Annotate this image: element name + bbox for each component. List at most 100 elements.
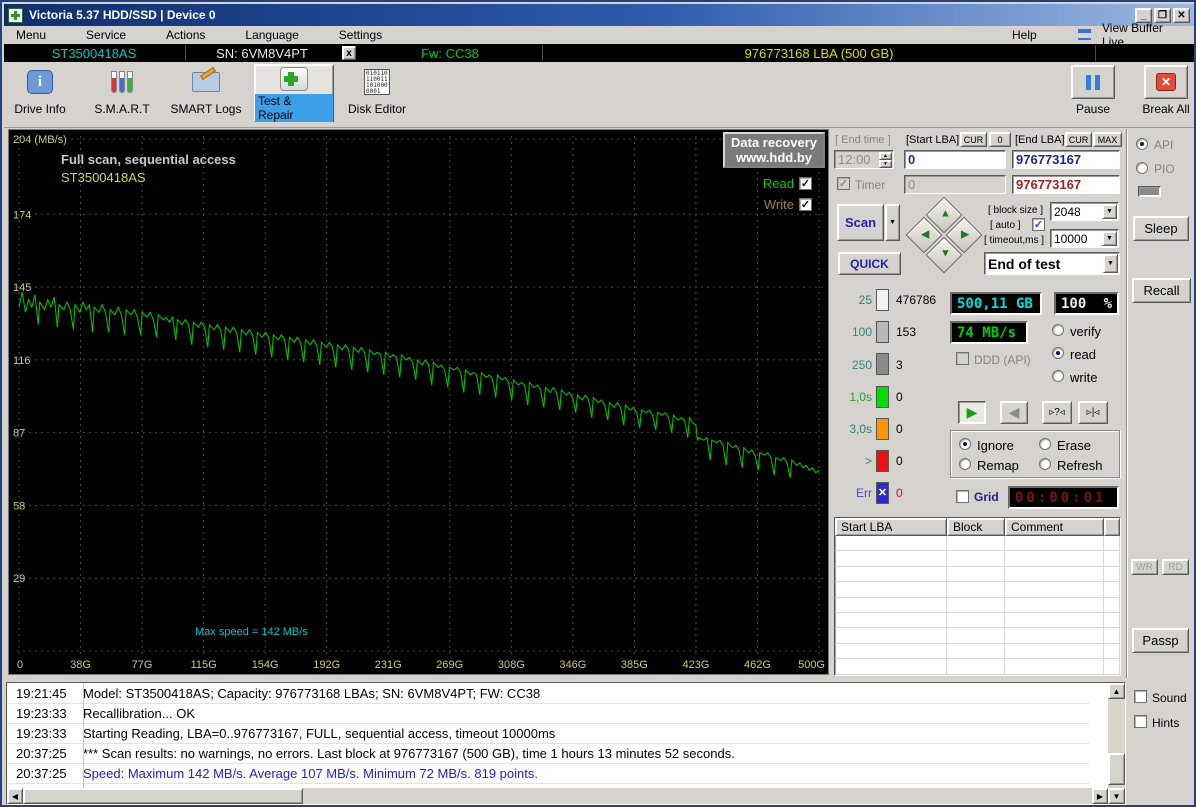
ddd-checkbox[interactable] xyxy=(956,352,969,365)
sound-checkbox[interactable] xyxy=(1134,690,1147,703)
break-all-button[interactable]: ✕ Break All xyxy=(1138,65,1194,116)
read-checkbox[interactable]: ✓ xyxy=(799,177,812,190)
x-tick-label: 0 xyxy=(17,659,23,671)
folder-pencil-icon xyxy=(189,65,223,99)
end-action-select[interactable]: End of test ▼ xyxy=(984,252,1120,275)
scroll-up-arrow[interactable]: ▲ xyxy=(1108,683,1125,699)
seek-pad: ▲ ◀ ▶ ▼ xyxy=(908,199,980,271)
timeout-dropdown-icon[interactable]: ▼ xyxy=(1102,231,1117,246)
start-play-button[interactable]: ▶ xyxy=(958,401,986,424)
end-lba-input2[interactable]: 976773167 xyxy=(1012,175,1120,194)
elapsed-timer-value: 00:00:01 xyxy=(1015,490,1106,506)
timer-checkbox[interactable]: ✓ xyxy=(837,177,850,190)
column-header-comment[interactable]: Comment xyxy=(1005,518,1104,536)
column-header-start-lba[interactable]: Start LBA xyxy=(835,518,947,536)
smart-button[interactable]: S.M.A.R.T xyxy=(90,65,154,116)
stat-value: 153 xyxy=(896,325,916,339)
scroll-down-arrow[interactable]: ▼ xyxy=(1108,788,1125,804)
start-lba-cur-button[interactable]: CUR xyxy=(960,132,987,147)
end-lba-max-button[interactable]: MAX xyxy=(1093,132,1122,147)
scan-button[interactable]: Scan xyxy=(837,204,884,241)
table-row[interactable] xyxy=(835,551,1120,566)
sleep-button[interactable]: Sleep xyxy=(1133,216,1189,241)
auto-checkbox[interactable]: ✓ xyxy=(1032,218,1045,231)
table-row[interactable] xyxy=(835,598,1120,613)
block-size-select[interactable]: 2048 ▼ xyxy=(1050,202,1119,221)
back-button[interactable]: ◀ xyxy=(1000,401,1028,424)
scroll-right-arrow[interactable]: ▶ xyxy=(1092,788,1108,804)
device-close-button[interactable]: x xyxy=(342,46,356,60)
hscroll-thumb[interactable] xyxy=(23,788,303,804)
pause-button[interactable]: Pause xyxy=(1067,65,1119,116)
grid-checkbox[interactable] xyxy=(956,490,969,503)
end-time-spin-buttons[interactable]: ▲▼ xyxy=(879,152,892,168)
log-vscrollbar[interactable]: ▲ ▼ xyxy=(1108,683,1125,804)
timeout-select[interactable]: 10000 ▼ xyxy=(1050,229,1119,248)
menu-item-language[interactable]: Language xyxy=(237,27,306,43)
x-tick-label: 231G xyxy=(375,659,402,671)
ignore-radio[interactable] xyxy=(959,438,971,450)
disk-editor-label: Disk Editor xyxy=(348,102,406,116)
refresh-radio[interactable] xyxy=(1039,458,1051,470)
log-hscrollbar[interactable]: ◀ ▶ xyxy=(7,788,1108,804)
pio-radio[interactable] xyxy=(1136,162,1148,174)
vscroll-thumb[interactable] xyxy=(1108,753,1125,785)
block-size-dropdown-icon[interactable]: ▼ xyxy=(1102,204,1117,219)
table-cell xyxy=(1104,644,1120,658)
verify-label: verify xyxy=(1070,324,1101,339)
quick-button[interactable]: QUICK xyxy=(838,252,901,275)
table-row[interactable] xyxy=(835,613,1120,628)
table-row[interactable] xyxy=(835,582,1120,597)
rd-button[interactable]: RD xyxy=(1162,559,1189,575)
table-cell xyxy=(947,644,1005,658)
start-lba-zero-button[interactable]: 0 xyxy=(989,132,1011,147)
end-lba-cur-button[interactable]: CUR xyxy=(1065,132,1092,147)
watermark-line1: Data recovery xyxy=(731,135,817,150)
table-cell xyxy=(835,598,947,612)
recall-button[interactable]: Recall xyxy=(1132,278,1191,303)
remap-radio[interactable] xyxy=(959,458,971,470)
seek-question-button[interactable]: ▹?◃ xyxy=(1042,401,1072,424)
end-time-spinner[interactable]: 12:00 ▲▼ xyxy=(834,150,894,169)
stat-row-err: Err✕0 xyxy=(834,482,946,504)
menu-item-actions[interactable]: Actions xyxy=(158,27,213,43)
read-radio[interactable] xyxy=(1052,347,1064,359)
table-row[interactable] xyxy=(835,644,1120,659)
verify-radio[interactable] xyxy=(1052,324,1064,336)
y-tick-label: 204 (MB/s) xyxy=(13,134,67,146)
disk-editor-button[interactable]: 010110 110011 101000 0001 Disk Editor xyxy=(344,65,410,116)
passp-button[interactable]: Passp xyxy=(1132,628,1189,653)
log-column-divider xyxy=(83,683,84,788)
column-header-block[interactable]: Block xyxy=(947,518,1005,536)
block-size-value: 2048 xyxy=(1054,205,1081,219)
table-row[interactable] xyxy=(835,536,1120,551)
table-row[interactable] xyxy=(835,567,1120,582)
elapsed-timer-display: 00:00:01 xyxy=(1008,486,1119,509)
table-cell xyxy=(947,598,1005,612)
table-cell xyxy=(947,659,1005,673)
test-repair-button[interactable]: Test & Repair xyxy=(254,64,334,122)
scroll-left-arrow[interactable]: ◀ xyxy=(7,788,23,804)
seek-end-button[interactable]: ▹|◃ xyxy=(1078,401,1108,424)
menu-item-help[interactable]: Help xyxy=(1004,27,1045,43)
table-row[interactable] xyxy=(835,628,1120,643)
end-lba-input[interactable]: 976773167 xyxy=(1012,150,1120,169)
drive-info-button[interactable]: i Drive Info xyxy=(7,65,73,116)
api-radio[interactable] xyxy=(1136,138,1148,150)
hints-checkbox[interactable] xyxy=(1134,715,1147,728)
menu-item-settings[interactable]: Settings xyxy=(331,27,390,43)
wr-button[interactable]: WR xyxy=(1131,559,1158,575)
menu-item-menu[interactable]: Menu xyxy=(8,27,54,43)
smart-logs-button[interactable]: SMART Logs xyxy=(170,65,242,116)
write-checkbox[interactable]: ✓ xyxy=(799,198,812,211)
start-lba-input[interactable]: 0 xyxy=(904,150,1006,169)
table-cell xyxy=(835,567,947,581)
table-row[interactable] xyxy=(835,659,1120,674)
end-action-dropdown-icon[interactable]: ▼ xyxy=(1103,254,1118,273)
write-radio[interactable] xyxy=(1052,370,1064,382)
table-cell xyxy=(947,582,1005,596)
scan-dropdown-button[interactable]: ▼ xyxy=(885,204,900,241)
menu-item-service[interactable]: Service xyxy=(78,27,134,43)
log-row: 19:21:45Model: ST3500418AS; Capacity: 97… xyxy=(7,684,1089,704)
erase-radio[interactable] xyxy=(1039,438,1051,450)
